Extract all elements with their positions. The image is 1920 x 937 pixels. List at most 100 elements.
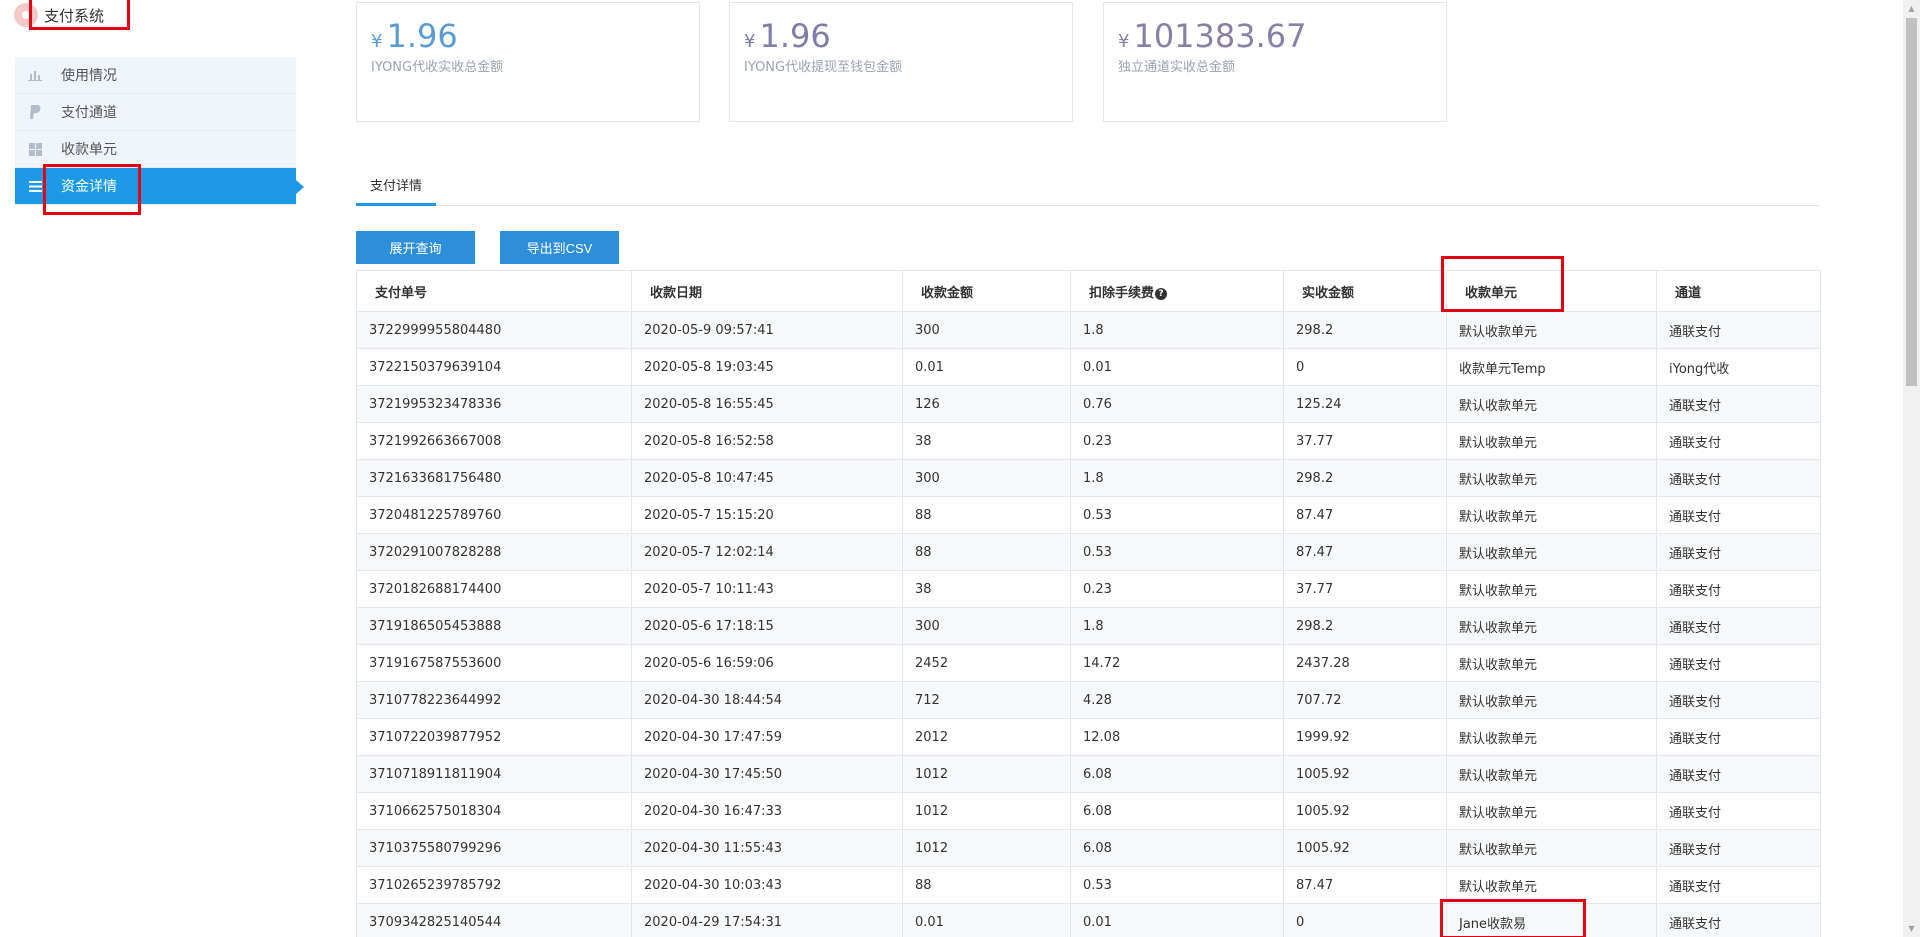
column-header-net-amount[interactable]: 实收金额	[1283, 270, 1447, 312]
table-row[interactable]: 3721633681756480 2020-05-8 10:47:45 300 1.8…	[356, 459, 1821, 497]
cell-amount: 300	[902, 459, 1071, 497]
currency-symbol: ¥	[371, 31, 383, 52]
list-icon	[27, 178, 43, 194]
table-row[interactable]: 3709342825140544 2020-04-29 17:54:31 0.01 0…	[356, 903, 1821, 937]
sidebar-nav: 使用情况 支付通道 收款单元 资金详情	[15, 57, 304, 205]
table-row[interactable]: 3710375580799296 2020-04-30 11:55:43 1012 6…	[356, 829, 1821, 867]
column-header-order-id[interactable]: 支付单号	[356, 270, 632, 312]
cell-collection-unit: 默认收款单元	[1446, 422, 1657, 460]
cell-collection-unit: 默认收款单元	[1446, 607, 1657, 645]
app-logo[interactable]: 支付系统	[14, 2, 104, 28]
bar-chart-icon	[27, 67, 43, 83]
table-row[interactable]: 3722999955804480 2020-05-9 09:57:41 300 1.8…	[356, 311, 1821, 349]
expand-query-button[interactable]: 展开查询	[356, 231, 475, 264]
cell-collection-unit: 默认收款单元	[1446, 570, 1657, 608]
cell-order-id: 3722999955804480	[356, 311, 632, 349]
cell-collection-unit: 默认收款单元	[1446, 496, 1657, 534]
table-row[interactable]: 3710265239785792 2020-04-30 10:03:43 88 0.5…	[356, 866, 1821, 904]
scroll-down-icon[interactable]: ▼	[1903, 920, 1920, 937]
sidebar-item-collection-units[interactable]: 收款单元	[15, 131, 296, 168]
sidebar-item-label: 支付通道	[61, 105, 117, 121]
tab-bar: 支付详情	[356, 165, 1820, 206]
cell-net-amount: 87.47	[1283, 533, 1447, 571]
table-row[interactable]: 3710722039877952 2020-04-30 17:47:59 2012 1…	[356, 718, 1821, 756]
cell-collection-unit: 默认收款单元	[1446, 533, 1657, 571]
cell-order-id: 3720291007828288	[356, 533, 632, 571]
amount-value: 1.96	[759, 17, 831, 55]
app-title: 支付系统	[44, 6, 105, 25]
cell-fee: 14.72	[1070, 644, 1284, 682]
table-row[interactable]: 3720481225789760 2020-05-7 15:15:20 88 0.53…	[356, 496, 1821, 534]
cell-date: 2020-05-9 09:57:41	[631, 311, 903, 349]
logo-icon	[14, 3, 38, 27]
column-header-collection-unit[interactable]: 收款单元	[1446, 270, 1657, 312]
cell-fee: 0.01	[1070, 348, 1284, 386]
tab-payment-details[interactable]: 支付详情	[356, 165, 437, 206]
cell-channel: 通联支付	[1656, 829, 1821, 867]
column-header-channel[interactable]: 通道	[1656, 270, 1821, 312]
table-row[interactable]: 3720291007828288 2020-05-7 12:02:14 88 0.53…	[356, 533, 1821, 571]
grid-icon	[27, 141, 43, 157]
cell-collection-unit: 默认收款单元	[1446, 718, 1657, 756]
cell-order-id: 3709342825140544	[356, 903, 632, 937]
table-row[interactable]: 3719186505453888 2020-05-6 17:18:15 300 1.8…	[356, 607, 1821, 645]
cell-order-id: 3720182688174400	[356, 570, 632, 608]
cell-channel: 通联支付	[1656, 570, 1821, 608]
table-row[interactable]: 3720182688174400 2020-05-7 10:11:43 38 0.23…	[356, 570, 1821, 608]
cell-net-amount: 298.2	[1283, 311, 1447, 349]
table-row[interactable]: 3710662575018304 2020-04-30 16:47:33 1012 6…	[356, 792, 1821, 830]
cell-collection-unit: 默认收款单元	[1446, 829, 1657, 867]
sidebar: 支付系统 使用情况 支付通道 收款单元 资金详情	[0, 0, 304, 937]
cell-date: 2020-05-8 16:52:58	[631, 422, 903, 460]
cell-date: 2020-05-7 12:02:14	[631, 533, 903, 571]
cell-channel: 通联支付	[1656, 496, 1821, 534]
help-icon[interactable]: ?	[1155, 287, 1168, 300]
table-row[interactable]: 3722150379639104 2020-05-8 19:03:45 0.01 0.…	[356, 348, 1821, 386]
column-header-amount[interactable]: 收款金额	[902, 270, 1071, 312]
cell-date: 2020-05-8 16:55:45	[631, 385, 903, 423]
column-header-fee[interactable]: 扣除手续费?	[1070, 270, 1284, 312]
cell-amount: 1012	[902, 755, 1071, 793]
cell-channel: 通联支付	[1656, 866, 1821, 904]
table-header-row: 支付单号 收款日期 收款金额 扣除手续费? 实收金额 收款单元 通道	[356, 270, 1821, 312]
table-row[interactable]: 3721992663667008 2020-05-8 16:52:58 38 0.23…	[356, 422, 1821, 460]
cell-amount: 2012	[902, 718, 1071, 756]
cell-fee: 0.23	[1070, 570, 1284, 608]
cell-collection-unit: 默认收款单元	[1446, 866, 1657, 904]
export-csv-button[interactable]: 导出到CSV	[500, 231, 619, 264]
sidebar-item-channels[interactable]: 支付通道	[15, 94, 296, 131]
table-row[interactable]: 3721995323478336 2020-05-8 16:55:45 126 0.7…	[356, 385, 1821, 423]
cell-net-amount: 87.47	[1283, 496, 1447, 534]
cell-amount: 88	[902, 496, 1071, 534]
cell-net-amount: 1005.92	[1283, 755, 1447, 793]
cell-collection-unit: 默认收款单元	[1446, 459, 1657, 497]
cell-fee: 0.53	[1070, 866, 1284, 904]
scrollbar-thumb[interactable]	[1906, 18, 1917, 386]
cell-order-id: 3721995323478336	[356, 385, 632, 423]
cell-order-id: 3710265239785792	[356, 866, 632, 904]
cell-order-id: 3722150379639104	[356, 348, 632, 386]
sidebar-item-usage[interactable]: 使用情况	[15, 57, 296, 94]
cell-collection-unit: 默认收款单元	[1446, 311, 1657, 349]
cell-fee: 1.8	[1070, 459, 1284, 497]
cell-order-id: 3710778223644992	[356, 681, 632, 719]
cell-date: 2020-05-6 16:59:06	[631, 644, 903, 682]
cell-channel: iYong代收	[1656, 348, 1821, 386]
cell-amount: 38	[902, 422, 1071, 460]
column-header-date[interactable]: 收款日期	[631, 270, 903, 312]
cell-order-id: 3710375580799296	[356, 829, 632, 867]
sidebar-item-fund-details[interactable]: 资金详情	[15, 168, 304, 205]
currency-symbol: ¥	[744, 31, 756, 52]
cell-date: 2020-05-8 10:47:45	[631, 459, 903, 497]
table-row[interactable]: 3710718911811904 2020-04-30 17:45:50 1012 6…	[356, 755, 1821, 793]
cell-net-amount: 37.77	[1283, 570, 1447, 608]
cell-order-id: 3710662575018304	[356, 792, 632, 830]
cell-amount: 126	[902, 385, 1071, 423]
cell-fee: 6.08	[1070, 829, 1284, 867]
vertical-scrollbar[interactable]: ▲ ▼	[1903, 0, 1920, 937]
table-row[interactable]: 3710778223644992 2020-04-30 18:44:54 712 4.…	[356, 681, 1821, 719]
scroll-up-icon[interactable]: ▲	[1903, 0, 1920, 17]
table-row[interactable]: 3719167587553600 2020-05-6 16:59:06 2452 14…	[356, 644, 1821, 682]
cell-fee: 0.53	[1070, 533, 1284, 571]
cell-net-amount: 298.2	[1283, 607, 1447, 645]
